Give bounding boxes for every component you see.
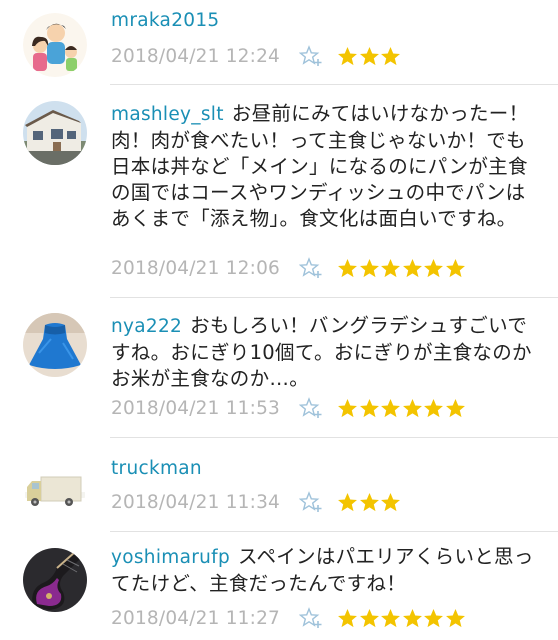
add-star-icon[interactable] xyxy=(299,45,323,67)
comment-meta: 2018/04/21 12:06 xyxy=(111,256,467,280)
family-illustration-avatar xyxy=(23,13,87,77)
comment-meta: 2018/04/21 11:53 xyxy=(111,396,467,420)
star-rating xyxy=(337,608,467,629)
blue-dress-avatar xyxy=(23,313,87,377)
star-icon xyxy=(359,492,379,511)
star-icon xyxy=(381,398,401,417)
star-icon xyxy=(424,398,444,417)
comment-text: truckman xyxy=(111,455,540,482)
star-icon xyxy=(424,608,444,627)
timestamp: 2018/04/21 12:06 xyxy=(111,257,281,279)
star-icon xyxy=(338,398,357,417)
star-rating xyxy=(337,398,467,419)
star-icon xyxy=(359,46,379,65)
star-icon xyxy=(446,398,465,417)
star-icon xyxy=(338,46,357,65)
comment-text: nya222 おもしろい！バングラデシュすごいですね。おにぎり10個て。おにぎりが… xyxy=(111,313,540,392)
star-icon xyxy=(446,608,465,627)
timestamp: 2018/04/21 11:53 xyxy=(111,397,281,419)
star-icon xyxy=(402,398,422,417)
avatar[interactable] xyxy=(23,13,87,77)
comment-meta: 2018/04/21 12:24 xyxy=(111,44,402,68)
guitar-photo-avatar xyxy=(23,548,87,612)
avatar[interactable] xyxy=(23,548,87,612)
star-rating xyxy=(337,258,467,279)
star-icon xyxy=(338,492,357,511)
house-photo-avatar xyxy=(23,101,87,165)
star-rating xyxy=(337,492,402,513)
comment-item: nya222 おもしろい！バングラデシュすごいですね。おにぎり10個て。おにぎりが… xyxy=(0,298,558,437)
add-star-icon[interactable] xyxy=(299,491,323,513)
comment-item: truckman 2018/04/21 11:34 xyxy=(0,438,558,531)
truck-avatar xyxy=(23,454,87,518)
comment-text: mraka2015 xyxy=(111,7,540,34)
star-icon xyxy=(381,492,401,511)
username-link[interactable]: truckman xyxy=(111,458,202,479)
add-star-icon[interactable] xyxy=(299,397,323,419)
comment-item: yoshimarufp スペインはパエリアくらいと思ってたけど、主食だったんですね… xyxy=(0,532,558,640)
timestamp: 2018/04/21 11:27 xyxy=(111,607,281,629)
username-link[interactable]: mraka2015 xyxy=(111,10,219,31)
star-icon xyxy=(424,258,444,277)
timestamp: 2018/04/21 11:34 xyxy=(111,491,281,513)
comment-item: mashley_slt お昼前にみてはいけなかったー！肉！肉が食べたい！って主食じ… xyxy=(0,85,558,297)
star-icon xyxy=(402,608,422,627)
username-link[interactable]: mashley_slt xyxy=(111,104,224,125)
star-icon xyxy=(338,258,357,277)
comment-text: yoshimarufp スペインはパエリアくらいと思ってたけど、主食だったんですね… xyxy=(111,544,540,597)
username-link[interactable]: yoshimarufp xyxy=(111,547,230,568)
star-icon xyxy=(359,608,379,627)
comment-item: mraka2015 2018/04/21 12:24 xyxy=(0,0,558,84)
star-icon xyxy=(338,608,357,627)
comment-meta: 2018/04/21 11:34 xyxy=(111,490,402,514)
star-icon xyxy=(381,46,401,65)
avatar[interactable] xyxy=(23,101,87,165)
add-star-icon[interactable] xyxy=(299,607,323,629)
avatar[interactable] xyxy=(23,313,87,377)
username-link[interactable]: nya222 xyxy=(111,316,182,337)
star-icon xyxy=(381,608,401,627)
star-icon xyxy=(381,258,401,277)
comment-text: mashley_slt お昼前にみてはいけなかったー！肉！肉が食べたい！って主食じ… xyxy=(111,101,540,232)
star-icon xyxy=(359,398,379,417)
avatar[interactable] xyxy=(23,454,87,518)
star-icon xyxy=(446,258,465,277)
timestamp: 2018/04/21 12:24 xyxy=(111,45,281,67)
comment-meta: 2018/04/21 11:27 xyxy=(111,606,467,630)
star-rating xyxy=(337,46,402,67)
star-icon xyxy=(402,258,422,277)
add-star-icon[interactable] xyxy=(299,257,323,279)
star-icon xyxy=(359,258,379,277)
